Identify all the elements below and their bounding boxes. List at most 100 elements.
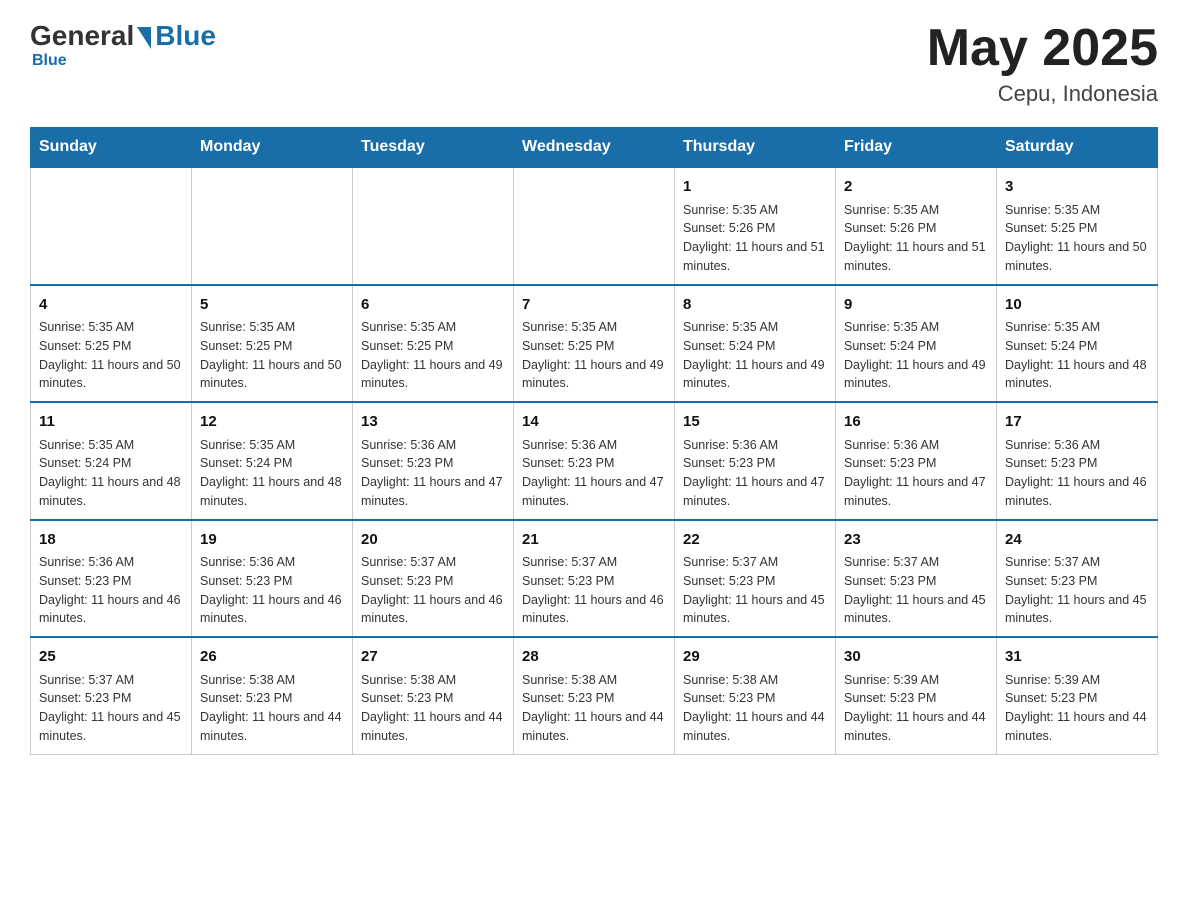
- day-number: 14: [522, 411, 666, 434]
- sunset-text: Sunset: 5:23 PM: [683, 574, 775, 588]
- sunrise-text: Sunrise: 5:39 AM: [1005, 673, 1100, 687]
- day-number: 27: [361, 646, 505, 669]
- calendar-cell: 1Sunrise: 5:35 AMSunset: 5:26 PMDaylight…: [675, 167, 836, 285]
- daylight-text: Daylight: 11 hours and 47 minutes.: [522, 475, 664, 508]
- daylight-text: Daylight: 11 hours and 48 minutes.: [39, 475, 181, 508]
- daylight-text: Daylight: 11 hours and 46 minutes.: [522, 593, 664, 626]
- day-of-week-header: Tuesday: [353, 128, 514, 168]
- sunset-text: Sunset: 5:23 PM: [200, 574, 292, 588]
- calendar-cell: 23Sunrise: 5:37 AMSunset: 5:23 PMDayligh…: [836, 520, 997, 638]
- sunrise-text: Sunrise: 5:35 AM: [844, 320, 939, 334]
- daylight-text: Daylight: 11 hours and 48 minutes.: [200, 475, 342, 508]
- daylight-text: Daylight: 11 hours and 45 minutes.: [683, 593, 825, 626]
- day-number: 2: [844, 176, 988, 199]
- day-number: 12: [200, 411, 344, 434]
- calendar-cell: [514, 167, 675, 285]
- daylight-text: Daylight: 11 hours and 51 minutes.: [683, 240, 825, 273]
- daylight-text: Daylight: 11 hours and 49 minutes.: [683, 358, 825, 391]
- sunrise-text: Sunrise: 5:35 AM: [683, 203, 778, 217]
- daylight-text: Daylight: 11 hours and 44 minutes.: [844, 710, 986, 743]
- sunrise-text: Sunrise: 5:39 AM: [844, 673, 939, 687]
- sunrise-text: Sunrise: 5:38 AM: [200, 673, 295, 687]
- sunset-text: Sunset: 5:23 PM: [39, 691, 131, 705]
- sunrise-text: Sunrise: 5:35 AM: [683, 320, 778, 334]
- calendar-cell: 11Sunrise: 5:35 AMSunset: 5:24 PMDayligh…: [31, 402, 192, 520]
- sunrise-text: Sunrise: 5:36 AM: [522, 438, 617, 452]
- calendar-cell: 5 Sunrise: 5:35 AM Sunset: 5:25 PM Daylight…: [192, 285, 353, 403]
- day-number: 8: [683, 294, 827, 317]
- daylight-text: Daylight: 11 hours and 46 minutes.: [200, 593, 342, 626]
- calendar-week-row: 4 Sunrise: 5:35 AM Sunset: 5:25 PM Daylight…: [31, 285, 1158, 403]
- day-number: 31: [1005, 646, 1149, 669]
- sunrise-text: Sunrise: 5:35 AM: [39, 320, 134, 334]
- daylight-text: Daylight: 11 hours and 49 minutes.: [844, 358, 986, 391]
- sunrise-text: Sunrise: 5:38 AM: [361, 673, 456, 687]
- day-number: 5: [200, 294, 344, 317]
- calendar-week-row: 11Sunrise: 5:35 AMSunset: 5:24 PMDayligh…: [31, 402, 1158, 520]
- sunset-text: Sunset: 5:25 PM: [200, 339, 292, 353]
- sunrise-text: Sunrise: 5:37 AM: [39, 673, 134, 687]
- sunset-text: Sunset: 5:24 PM: [683, 339, 775, 353]
- calendar-cell: 31Sunrise: 5:39 AMSunset: 5:23 PMDayligh…: [997, 637, 1158, 754]
- calendar-cell: 2Sunrise: 5:35 AMSunset: 5:26 PMDaylight…: [836, 167, 997, 285]
- sunset-text: Sunset: 5:23 PM: [683, 691, 775, 705]
- day-number: 15: [683, 411, 827, 434]
- calendar-week-row: 25 Sunrise: 5:37 AM Sunset: 5:23 PM Dayligh…: [31, 637, 1158, 754]
- sunset-text: Sunset: 5:23 PM: [39, 574, 131, 588]
- sunrise-text: Sunrise: 5:37 AM: [683, 555, 778, 569]
- calendar-cell: 24Sunrise: 5:37 AMSunset: 5:23 PMDayligh…: [997, 520, 1158, 638]
- daylight-text: Daylight: 11 hours and 49 minutes.: [522, 358, 664, 391]
- day-number: 25: [39, 646, 183, 669]
- daylight-text: Daylight: 11 hours and 48 minutes.: [1005, 358, 1147, 391]
- calendar-cell: 22Sunrise: 5:37 AMSunset: 5:23 PMDayligh…: [675, 520, 836, 638]
- calendar-cell: 12Sunrise: 5:35 AMSunset: 5:24 PMDayligh…: [192, 402, 353, 520]
- sunset-text: Sunset: 5:23 PM: [844, 691, 936, 705]
- day-of-week-header: Saturday: [997, 128, 1158, 168]
- day-of-week-header: Sunday: [31, 128, 192, 168]
- month-year-title: May 2025: [927, 20, 1158, 77]
- calendar-cell: 7Sunrise: 5:35 AMSunset: 5:25 PMDaylight…: [514, 285, 675, 403]
- sunrise-text: Sunrise: 5:38 AM: [683, 673, 778, 687]
- day-number: 24: [1005, 529, 1149, 552]
- daylight-text: Daylight: 11 hours and 47 minutes.: [361, 475, 503, 508]
- calendar-week-row: 18Sunrise: 5:36 AMSunset: 5:23 PMDayligh…: [31, 520, 1158, 638]
- sunrise-text: Sunrise: 5:35 AM: [1005, 203, 1100, 217]
- daylight-text: Daylight: 11 hours and 44 minutes.: [522, 710, 664, 743]
- sunrise-text: Sunrise: 5:35 AM: [39, 438, 134, 452]
- sunset-text: Sunset: 5:23 PM: [1005, 574, 1097, 588]
- calendar-cell: 20Sunrise: 5:37 AMSunset: 5:23 PMDayligh…: [353, 520, 514, 638]
- logo-tagline: Blue: [32, 52, 67, 70]
- sunrise-text: Sunrise: 5:35 AM: [200, 320, 295, 334]
- sunset-text: Sunset: 5:23 PM: [522, 456, 614, 470]
- sunrise-text: Sunrise: 5:36 AM: [1005, 438, 1100, 452]
- sunset-text: Sunset: 5:24 PM: [844, 339, 936, 353]
- day-number: 21: [522, 529, 666, 552]
- daylight-text: Daylight: 11 hours and 50 minutes.: [200, 358, 342, 391]
- day-number: 30: [844, 646, 988, 669]
- day-of-week-header: Thursday: [675, 128, 836, 168]
- day-number: 4: [39, 294, 183, 317]
- sunset-text: Sunset: 5:26 PM: [683, 221, 775, 235]
- day-number: 20: [361, 529, 505, 552]
- sunrise-text: Sunrise: 5:35 AM: [522, 320, 617, 334]
- daylight-text: Daylight: 11 hours and 46 minutes.: [39, 593, 181, 626]
- day-number: 28: [522, 646, 666, 669]
- logo-blue-text: Blue: [155, 20, 216, 52]
- calendar-cell: 8 Sunrise: 5:35 AM Sunset: 5:24 PM Daylight…: [675, 285, 836, 403]
- day-number: 17: [1005, 411, 1149, 434]
- sunset-text: Sunset: 5:23 PM: [683, 456, 775, 470]
- day-of-week-header: Wednesday: [514, 128, 675, 168]
- daylight-text: Daylight: 11 hours and 44 minutes.: [683, 710, 825, 743]
- sunrise-text: Sunrise: 5:35 AM: [1005, 320, 1100, 334]
- daylight-text: Daylight: 11 hours and 46 minutes.: [1005, 475, 1147, 508]
- calendar-cell: 29 Sunrise: 5:38 AM Sunset: 5:23 PM Dayligh…: [675, 637, 836, 754]
- day-number: 29: [683, 646, 827, 669]
- sunrise-text: Sunrise: 5:35 AM: [361, 320, 456, 334]
- daylight-text: Daylight: 11 hours and 46 minutes.: [361, 593, 503, 626]
- day-number: 7: [522, 294, 666, 317]
- day-number: 13: [361, 411, 505, 434]
- daylight-text: Daylight: 11 hours and 47 minutes.: [683, 475, 825, 508]
- calendar-cell: [353, 167, 514, 285]
- sunset-text: Sunset: 5:23 PM: [1005, 456, 1097, 470]
- calendar-cell: 13Sunrise: 5:36 AMSunset: 5:23 PMDayligh…: [353, 402, 514, 520]
